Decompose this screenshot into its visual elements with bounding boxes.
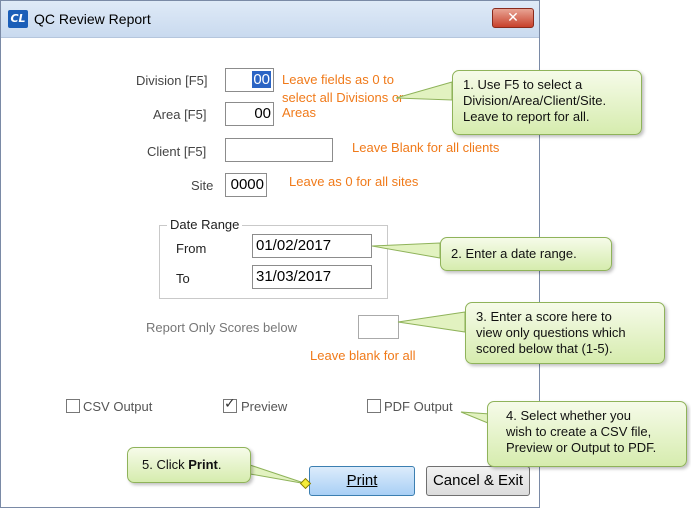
callout-2-pointer: [371, 242, 441, 259]
callout-1-pointer: [395, 81, 453, 101]
callout-5-suffix: .: [217, 457, 222, 472]
callout-4: 4. Select whether you wish to create a C…: [487, 401, 687, 467]
callout-2: 2. Enter a date range.: [440, 237, 612, 271]
callout-5-prefix: 5. Click: [142, 457, 189, 472]
pointer-anchor-icon: [299, 477, 312, 490]
callout-1: 1. Use F5 to select a Division/Area/Clie…: [452, 70, 642, 135]
callout-3-pointer: [397, 311, 466, 333]
callout-3: 3. Enter a score here to view only quest…: [465, 302, 665, 364]
callout-5-print: Print: [188, 457, 218, 472]
callout-5: 5. Click Print.: [127, 447, 251, 483]
